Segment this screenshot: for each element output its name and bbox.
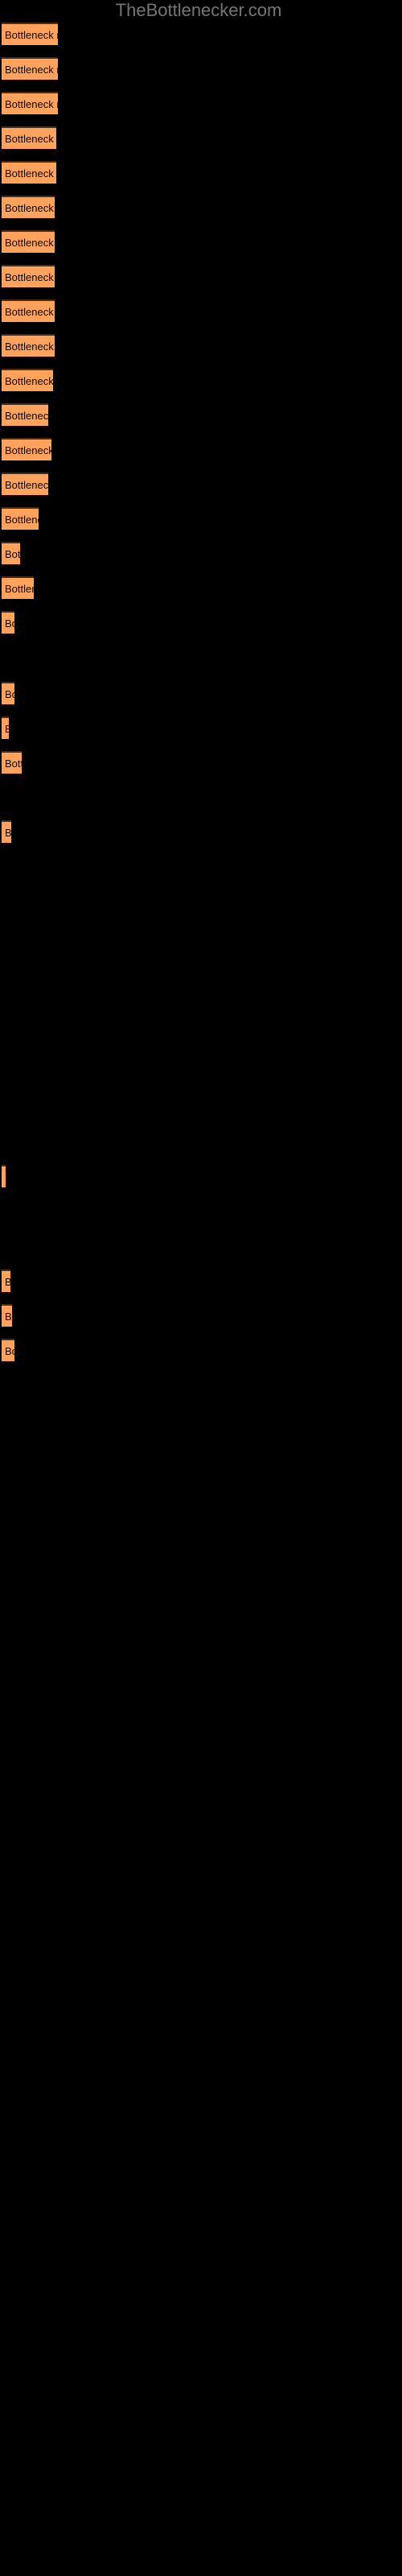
bar-label: Bottleneck result xyxy=(2,1277,10,1287)
bar-label: Bottleneck result xyxy=(5,1310,12,1323)
bar-25[interactable]: Bottleneck result xyxy=(2,1304,12,1327)
bar-series: Bottleneck result Bottleneck result Bottle… xyxy=(0,0,402,2576)
bar-label: Bottleneck result xyxy=(5,236,55,249)
bar-4[interactable]: Bottleneck result xyxy=(2,126,56,149)
bar-2[interactable]: Bottleneck result xyxy=(2,57,58,80)
bar-24[interactable]: Bottleneck result xyxy=(2,1269,10,1292)
bar-label: Bottleneck result xyxy=(5,617,14,630)
bar-label: Bottleneck result xyxy=(5,374,53,387)
bar-23[interactable]: Bottleneck result xyxy=(2,1165,6,1187)
bar-21[interactable]: Bottleneck result xyxy=(2,751,22,774)
bar-label: Bottleneck result xyxy=(5,97,58,110)
bar-label: Bottleneck result xyxy=(5,826,11,839)
bar-26[interactable]: Bottleneck result xyxy=(2,1339,14,1361)
bar-label: Bottleneck result xyxy=(5,547,20,560)
bar-label: Bottleneck result xyxy=(5,1344,14,1357)
bar-11[interactable]: Bottleneck result xyxy=(2,369,53,391)
bar-16[interactable]: Bottleneck result xyxy=(2,542,20,564)
bar-13[interactable]: Bottleneck result xyxy=(2,438,51,460)
bar-8[interactable]: Bottleneck result xyxy=(2,265,55,287)
bar-label: Bottleneck result xyxy=(5,167,56,180)
bar-label: Bottleneck result xyxy=(5,132,56,145)
bar-label: Bottleneck result xyxy=(2,724,9,734)
bar-14[interactable]: Bottleneck result xyxy=(2,473,48,495)
bar-18[interactable]: Bottleneck result xyxy=(2,611,14,634)
bar-label: Bottleneck result xyxy=(5,513,39,526)
bar-9[interactable]: Bottleneck result xyxy=(2,299,55,322)
bar-label: Bottleneck result xyxy=(5,409,48,422)
bar-label: Bottleneck result xyxy=(5,582,34,595)
bar-5[interactable]: Bottleneck result xyxy=(2,161,56,184)
bar-label: Bottleneck result xyxy=(5,201,55,214)
bar-6[interactable]: Bottleneck result xyxy=(2,196,55,218)
bar-10[interactable]: Bottleneck result xyxy=(2,334,55,357)
bar-label: Bottleneck result xyxy=(5,687,14,700)
bar-12[interactable]: Bottleneck result xyxy=(2,403,48,426)
bar-label: Bottleneck result xyxy=(5,340,55,353)
bar-label: Bottleneck result xyxy=(5,28,58,41)
bar-15[interactable]: Bottleneck result xyxy=(2,507,39,530)
bar-label: Bottleneck result xyxy=(5,478,48,491)
bar-7[interactable]: Bottleneck result xyxy=(2,230,55,253)
bar-17[interactable]: Bottleneck result xyxy=(2,576,34,599)
bar-1[interactable]: Bottleneck result xyxy=(2,23,58,45)
bar-label: Bottleneck result xyxy=(5,757,22,770)
bar-label: Bottleneck result xyxy=(5,444,51,456)
bar-label: Bottleneck result xyxy=(5,305,55,318)
bar-label: Bottleneck result xyxy=(5,63,58,76)
bar-3[interactable]: Bottleneck result xyxy=(2,92,58,114)
bottleneck-bar-chart: TheBottlenecker.com Bottleneck resultBot… xyxy=(0,0,402,2576)
bar-20[interactable]: Bottleneck result xyxy=(2,716,9,739)
bar-22[interactable]: Bottleneck result xyxy=(2,820,11,843)
bar-19[interactable]: Bottleneck result xyxy=(2,682,14,704)
bar-label: Bottleneck result xyxy=(5,270,55,283)
bar-label: Bottleneck result xyxy=(2,1172,6,1183)
